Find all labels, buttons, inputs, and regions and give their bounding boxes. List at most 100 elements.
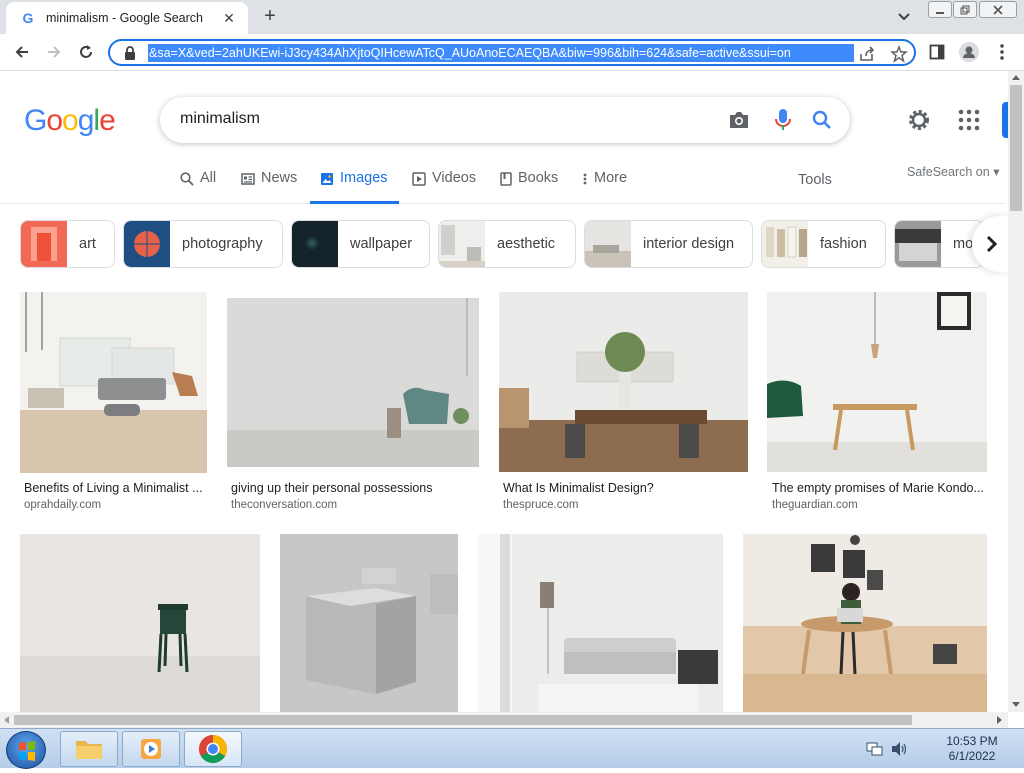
- tab-all[interactable]: All: [180, 170, 216, 204]
- result-source[interactable]: theguardian.com: [772, 499, 858, 511]
- result-image[interactable]: [20, 292, 207, 473]
- start-button[interactable]: [6, 731, 46, 769]
- apps-grid-icon[interactable]: [958, 109, 980, 131]
- chip-more[interactable]: mo: [894, 220, 984, 268]
- tab-close-icon[interactable]: ✕: [220, 10, 238, 27]
- chip-thumbnail: [762, 221, 808, 267]
- chip-label: wallpaper: [350, 236, 413, 252]
- image-result[interactable]: giving up their personal possessions the…: [227, 292, 479, 514]
- chip-interior-design[interactable]: interior design: [584, 220, 753, 268]
- new-tab-button[interactable]: +: [258, 5, 282, 29]
- lock-icon[interactable]: [118, 45, 142, 60]
- arrow-left-icon: [15, 46, 28, 58]
- profile-button[interactable]: [957, 40, 981, 64]
- volume-icon[interactable]: [890, 741, 908, 757]
- gear-icon[interactable]: [906, 107, 932, 133]
- camera-icon[interactable]: [728, 110, 750, 130]
- result-image[interactable]: [20, 534, 260, 712]
- taskbar-file-explorer[interactable]: [60, 731, 118, 767]
- side-panel-button[interactable]: [925, 40, 949, 64]
- tab-images[interactable]: Images: [310, 170, 399, 204]
- chip-label: aesthetic: [497, 236, 556, 252]
- chip-thumbnail: [124, 221, 170, 267]
- scroll-left-arrow-icon[interactable]: [3, 716, 11, 724]
- image-result[interactable]: [280, 534, 458, 712]
- chip-label: interior design: [643, 236, 735, 252]
- result-image[interactable]: [767, 292, 987, 472]
- result-caption[interactable]: What Is Minimalist Design?: [503, 481, 748, 495]
- image-result[interactable]: The empty promises of Marie Kondo... the…: [767, 292, 987, 514]
- minimize-button[interactable]: [928, 1, 952, 18]
- vertical-scrollbar[interactable]: [1008, 71, 1024, 712]
- result-image[interactable]: [280, 534, 458, 712]
- image-icon: [320, 172, 334, 186]
- chip-thumbnail: [21, 221, 67, 267]
- chip-label: mo: [953, 236, 974, 252]
- google-favicon-icon: G: [22, 10, 34, 26]
- restore-icon: [960, 5, 970, 14]
- tools-button[interactable]: Tools: [798, 172, 832, 188]
- reload-button[interactable]: [74, 40, 98, 64]
- search-tabs: All News Images Videos Books More Tools …: [0, 162, 1006, 204]
- image-result[interactable]: [20, 534, 260, 712]
- taskbar-media-player[interactable]: [122, 731, 180, 767]
- horizontal-scrollbar[interactable]: [0, 712, 1008, 728]
- window-close-button[interactable]: [979, 1, 1017, 18]
- search-box[interactable]: minimalism: [160, 97, 850, 143]
- more-vert-icon: [582, 172, 588, 186]
- browser-menu-button[interactable]: [990, 40, 1014, 64]
- result-caption[interactable]: Benefits of Living a Minimalist ...: [24, 481, 206, 495]
- image-result[interactable]: What Is Minimalist Design? thespruce.com: [499, 292, 748, 514]
- chip-photography[interactable]: photography: [123, 220, 283, 268]
- result-image[interactable]: [478, 534, 723, 712]
- network-icon[interactable]: [866, 741, 884, 757]
- back-button[interactable]: [10, 40, 34, 64]
- result-caption[interactable]: giving up their personal possessions: [231, 481, 479, 495]
- restore-button[interactable]: [953, 1, 977, 18]
- result-source[interactable]: theconversation.com: [231, 499, 337, 511]
- share-icon[interactable]: [858, 45, 876, 63]
- forward-button[interactable]: [42, 40, 66, 64]
- chip-fashion[interactable]: fashion: [761, 220, 886, 268]
- tab-label: Videos: [432, 170, 477, 186]
- url-text[interactable]: &sa=X&ved=2ahUKEwi-iJ3cy434AhXjtoQIHcewA…: [148, 43, 854, 62]
- result-image[interactable]: [227, 298, 479, 467]
- address-bar[interactable]: &sa=X&ved=2ahUKEwi-iJ3cy434AhXjtoQIHcewA…: [108, 39, 916, 66]
- result-image[interactable]: [499, 292, 748, 472]
- tab-news[interactable]: News: [241, 170, 297, 204]
- chip-wallpaper[interactable]: wallpaper: [291, 220, 430, 268]
- chrome-icon: [199, 735, 227, 763]
- chip-art[interactable]: art: [20, 220, 115, 268]
- result-source[interactable]: thespruce.com: [503, 499, 578, 511]
- image-result[interactable]: [743, 534, 987, 712]
- system-clock[interactable]: 10:53 PM 6/1/2022: [934, 734, 1010, 764]
- logo-letter: o: [46, 104, 63, 137]
- image-result[interactable]: Benefits of Living a Minimalist ... opra…: [20, 292, 208, 514]
- tab-videos[interactable]: Videos: [412, 170, 476, 204]
- browser-tab-strip: G minimalism - Google Search ✕ +: [0, 0, 1024, 34]
- result-image[interactable]: [743, 534, 987, 712]
- search-icon[interactable]: [812, 110, 832, 130]
- result-source[interactable]: oprahdaily.com: [24, 499, 101, 511]
- result-caption[interactable]: The empty promises of Marie Kondo...: [772, 481, 987, 495]
- browser-tab[interactable]: G minimalism - Google Search ✕: [6, 2, 248, 34]
- clock-time: 10:53 PM: [946, 734, 998, 748]
- safesearch-button[interactable]: SafeSearch on ▾: [907, 164, 999, 179]
- google-logo[interactable]: Google: [24, 104, 116, 138]
- microphone-icon[interactable]: [774, 108, 792, 132]
- image-result[interactable]: [478, 534, 723, 712]
- scroll-down-arrow-icon[interactable]: [1012, 700, 1020, 708]
- horizontal-scroll-thumb[interactable]: [14, 715, 912, 725]
- tab-more[interactable]: More: [582, 170, 627, 204]
- search-input[interactable]: minimalism: [180, 110, 260, 128]
- tab-search-chevron-icon[interactable]: [894, 8, 914, 26]
- scroll-up-arrow-icon[interactable]: [1012, 74, 1020, 82]
- taskbar-chrome[interactable]: [184, 731, 242, 767]
- chip-aesthetic[interactable]: aesthetic: [438, 220, 576, 268]
- vertical-scroll-thumb[interactable]: [1010, 85, 1022, 211]
- bookmark-star-icon[interactable]: [890, 45, 908, 63]
- windows-taskbar: 10:53 PM 6/1/2022: [0, 728, 1024, 769]
- search-icon: [180, 172, 194, 186]
- tab-books[interactable]: Books: [500, 170, 558, 204]
- scroll-right-arrow-icon[interactable]: [995, 716, 1003, 724]
